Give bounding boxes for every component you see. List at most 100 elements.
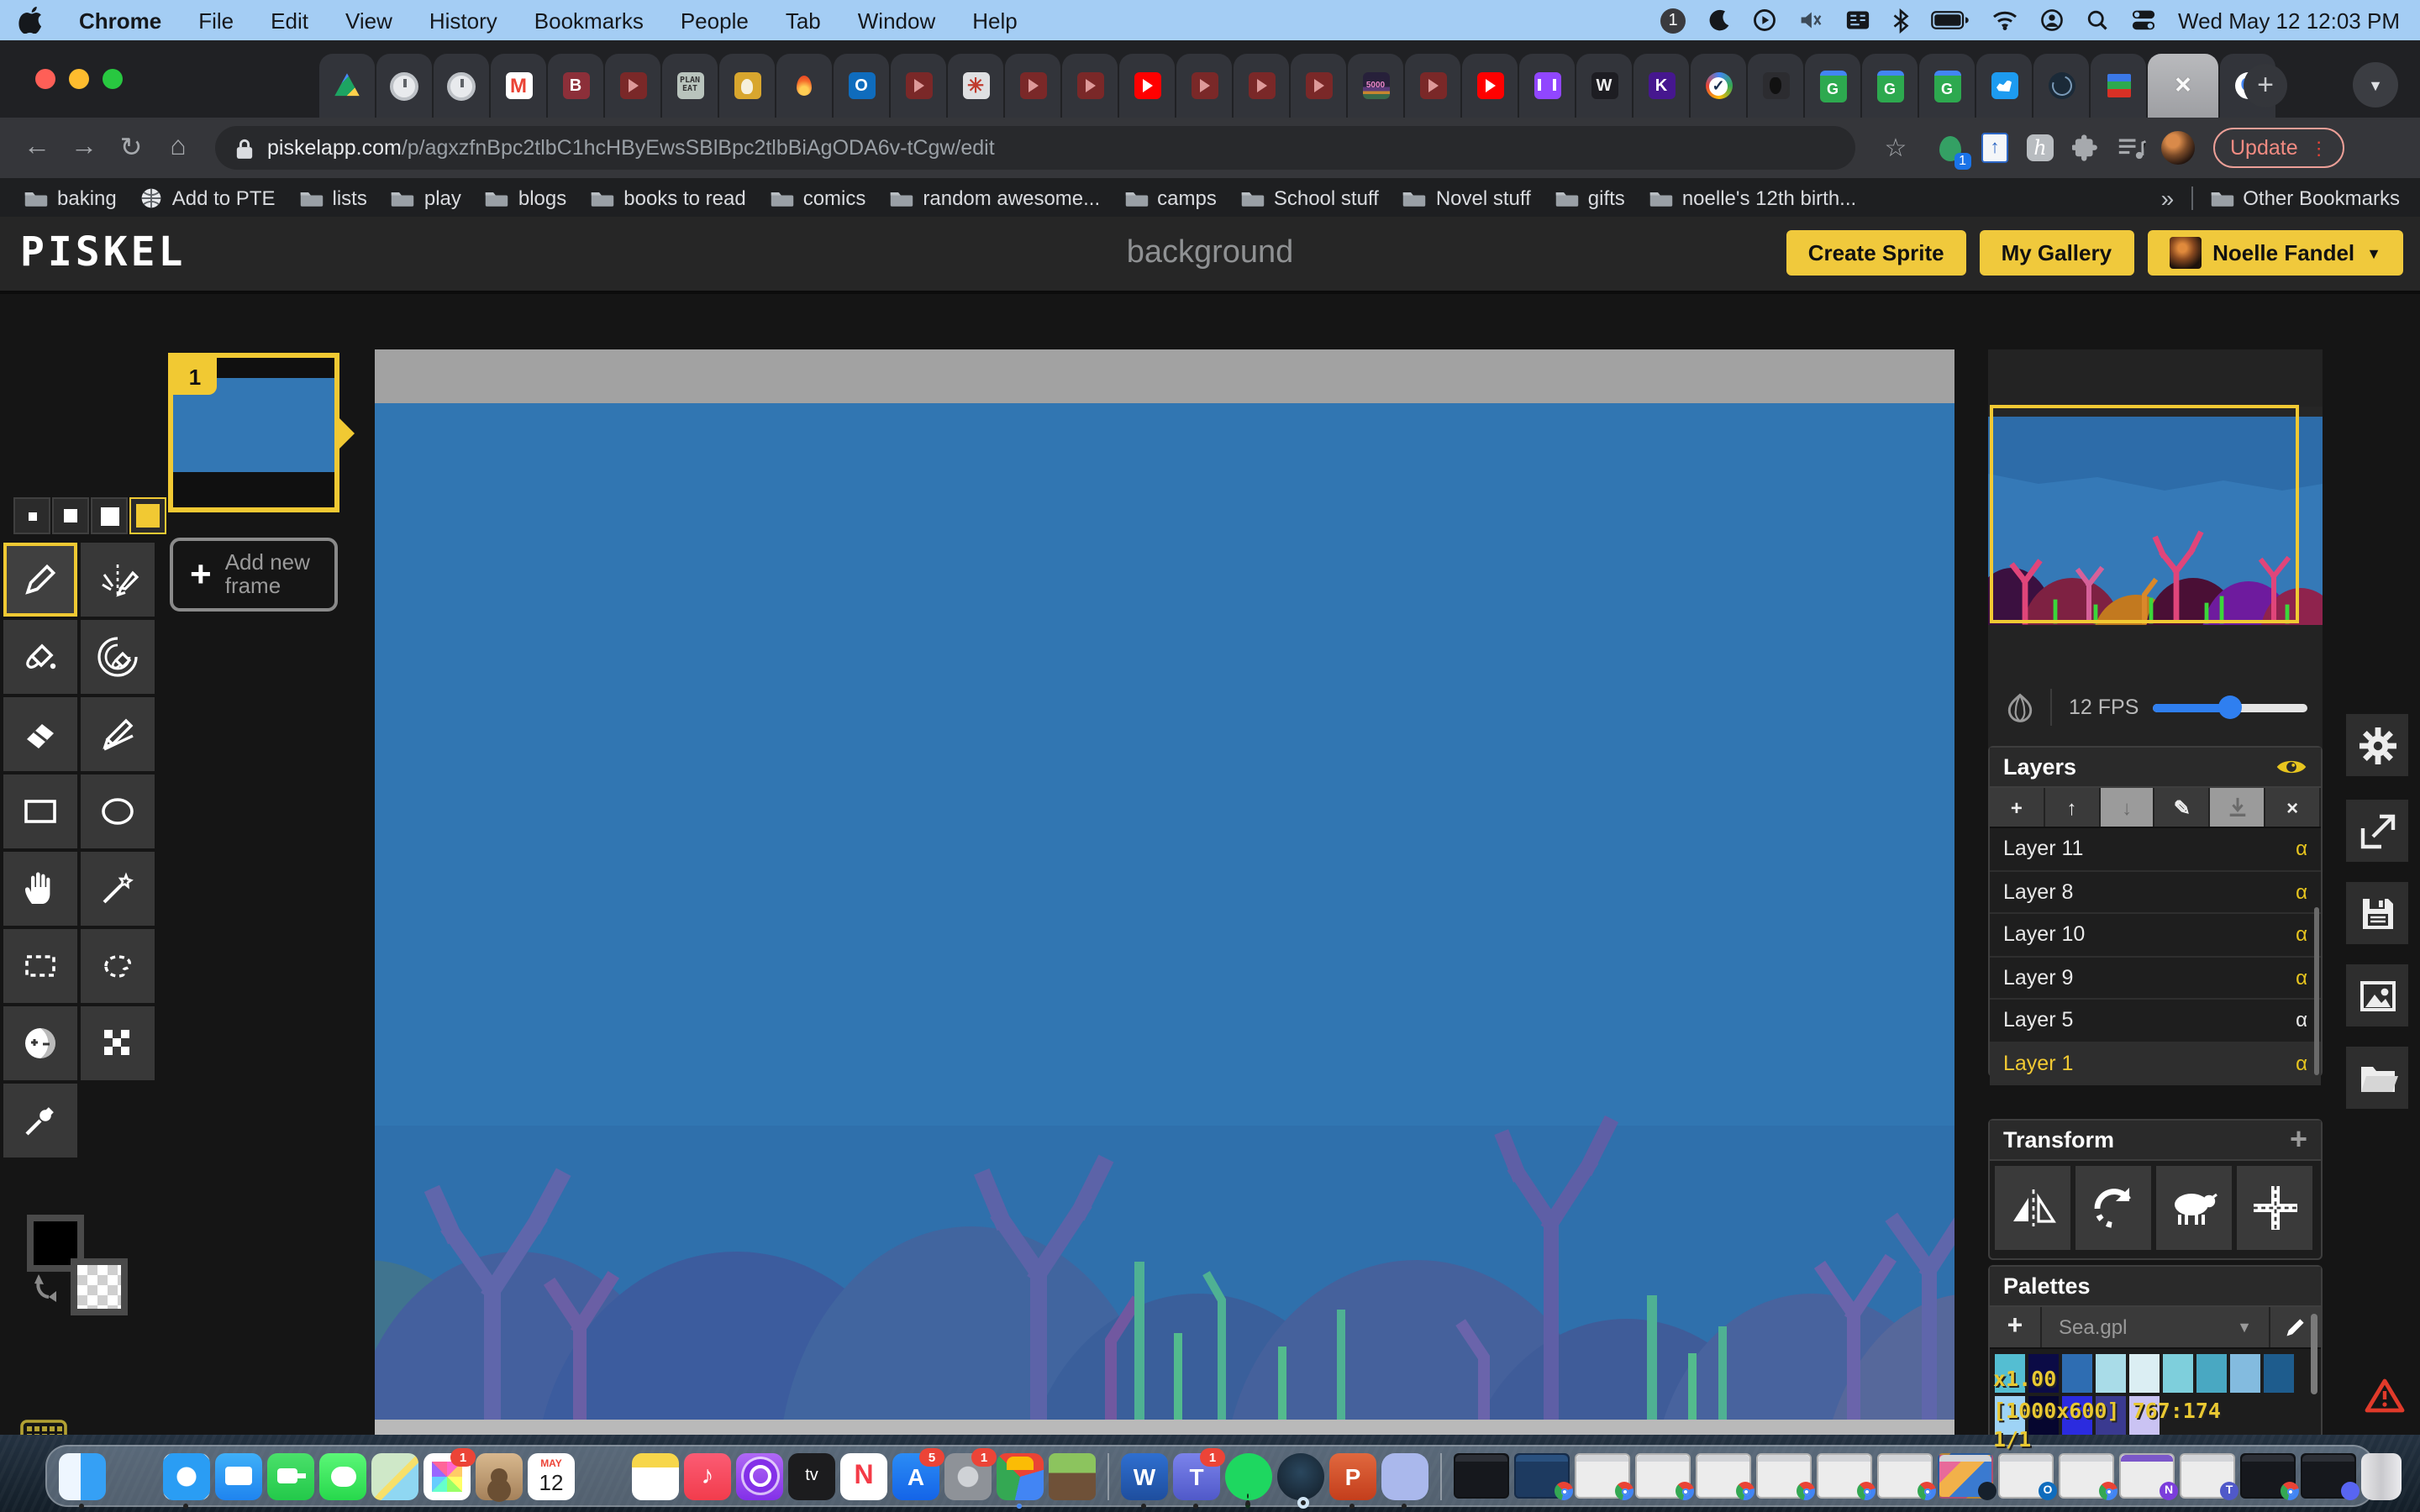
tab-twitch[interactable] xyxy=(1519,54,1575,118)
tab-youtube-red[interactable] xyxy=(1462,54,1518,118)
tab-youtube[interactable] xyxy=(891,54,946,118)
dock-trash[interactable] xyxy=(2361,1452,2402,1499)
address-bar[interactable]: piskelapp.com/p/agxzfnBpc2tlbC1hcHByEwsS… xyxy=(215,126,1855,170)
other-bookmarks[interactable]: Other Bookmarks xyxy=(2209,186,2400,209)
menu-help[interactable]: Help xyxy=(954,8,1036,33)
dock-contacts[interactable] xyxy=(476,1452,523,1499)
layer-row[interactable]: Layer 11α xyxy=(1990,828,2321,871)
tab-outlook[interactable]: O xyxy=(834,54,889,118)
menu-window[interactable]: Window xyxy=(839,8,955,33)
tab-suspended[interactable] xyxy=(434,54,489,118)
tab-ornament[interactable]: ✳ xyxy=(948,54,1003,118)
palette-color[interactable] xyxy=(2163,1354,2193,1393)
bookmark-comics[interactable]: comics xyxy=(770,186,866,209)
tab-plan-to-eat[interactable]: PLANEAT xyxy=(662,54,718,118)
minimized-window-game[interactable] xyxy=(1454,1453,1509,1499)
onion-skin-icon[interactable] xyxy=(2003,690,2037,724)
back-button[interactable]: ← xyxy=(13,133,60,163)
tab-youtube[interactable] xyxy=(1005,54,1060,118)
layers-visibility-eye-icon[interactable] xyxy=(2275,756,2307,778)
open-file-button[interactable] xyxy=(2346,1047,2408,1109)
layer-row[interactable]: Layer 9α xyxy=(1990,957,2321,1000)
tab-mosaic[interactable] xyxy=(2091,54,2146,118)
pen-size-2[interactable] xyxy=(52,497,89,534)
layer-alpha-button[interactable]: α xyxy=(2296,1052,2307,1075)
dock-safari[interactable] xyxy=(163,1452,210,1499)
tool-rectangle-select[interactable] xyxy=(3,929,77,1003)
notification-badge[interactable]: 1 xyxy=(1660,8,1686,33)
layer-alpha-button[interactable]: α xyxy=(2296,880,2307,904)
bookmark-blogs[interactable]: blogs xyxy=(485,186,566,209)
chrome-update-button[interactable]: Update⋮ xyxy=(2213,128,2345,168)
bookmark-gifts[interactable]: gifts xyxy=(1555,186,1625,209)
new-tab-button[interactable]: + xyxy=(2244,64,2287,108)
dock-discord[interactable] xyxy=(1381,1452,1428,1499)
tab-wattpad[interactable]: W xyxy=(1576,54,1632,118)
warning-icon[interactable] xyxy=(2365,1378,2405,1413)
tab-youtube[interactable] xyxy=(1234,54,1289,118)
bookmark-school-stuff[interactable]: School stuff xyxy=(1240,186,1379,209)
minimized-window[interactable] xyxy=(2059,1453,2114,1499)
settings-button[interactable] xyxy=(2346,714,2408,776)
bookmark-add-to-pte[interactable]: Add to PTE xyxy=(140,186,276,209)
tool-move[interactable] xyxy=(3,852,77,926)
tool-eraser[interactable] xyxy=(3,697,77,771)
minimized-window-outlook[interactable]: O xyxy=(1998,1453,2054,1499)
minimized-window[interactable] xyxy=(2240,1453,2296,1499)
control-center-icon[interactable] xyxy=(2131,8,2156,32)
dock-app-store[interactable]: A5 xyxy=(892,1452,939,1499)
dock-word[interactable]: W xyxy=(1121,1452,1168,1499)
layer-row-selected[interactable]: Layer 1α xyxy=(1990,1042,2321,1085)
move-layer-down-button[interactable]: ↓ xyxy=(2100,788,2155,827)
dock-powerpoint[interactable]: P xyxy=(1329,1452,1376,1499)
layer-alpha-button[interactable]: α xyxy=(2296,966,2307,990)
tab-b-site[interactable]: B xyxy=(548,54,603,118)
close-window-button[interactable] xyxy=(35,69,55,89)
pen-size-1[interactable] xyxy=(13,497,50,534)
browser-profile-button[interactable]: ▼ xyxy=(2353,62,2398,108)
tool-rectangle[interactable] xyxy=(3,774,77,848)
menu-history[interactable]: History xyxy=(411,8,516,33)
tool-lasso-select[interactable] xyxy=(81,929,155,1003)
tab-piskel-active[interactable]: ✕ xyxy=(2148,54,2218,118)
tool-shape-select[interactable] xyxy=(81,852,155,926)
menu-bookmarks[interactable]: Bookmarks xyxy=(516,8,662,33)
tab-check[interactable] xyxy=(1691,54,1746,118)
minimized-window[interactable] xyxy=(1696,1453,1751,1499)
merge-layer-button[interactable] xyxy=(2211,788,2266,827)
dock-steam[interactable] xyxy=(1277,1452,1324,1499)
extensions-puzzle-icon[interactable] xyxy=(2070,133,2101,163)
tab-game[interactable]: 5000 xyxy=(1348,54,1403,118)
tab-classroom[interactable]: G xyxy=(1805,54,1860,118)
minimized-window-discord[interactable] xyxy=(2301,1453,2356,1499)
bookmark-camps[interactable]: camps xyxy=(1123,186,1217,209)
create-palette-button[interactable]: + xyxy=(1990,1307,2042,1347)
layer-row[interactable]: Layer 8α xyxy=(1990,871,2321,914)
my-gallery-button[interactable]: My Gallery xyxy=(1980,230,2134,276)
layer-alpha-button[interactable]: α xyxy=(2296,1009,2307,1032)
tool-magic-bucket[interactable] xyxy=(81,620,155,694)
bookmark-novel-stuff[interactable]: Novel stuff xyxy=(1402,186,1531,209)
palette-color[interactable] xyxy=(2230,1354,2260,1393)
drawing-canvas-area[interactable] xyxy=(375,349,1954,1452)
tab-youtube[interactable] xyxy=(1291,54,1346,118)
create-sprite-button[interactable]: Create Sprite xyxy=(1786,230,1966,276)
palette-color[interactable] xyxy=(2129,1354,2160,1393)
dock-music[interactable]: ♪ xyxy=(684,1452,731,1499)
layer-row[interactable]: Layer 5α xyxy=(1990,1000,2321,1042)
minimized-window[interactable] xyxy=(1514,1453,1570,1499)
play-circle-icon[interactable] xyxy=(1753,8,1776,32)
dock-launchpad[interactable] xyxy=(111,1452,158,1499)
dock-photos[interactable]: 1 xyxy=(424,1452,471,1499)
center-tool-button[interactable] xyxy=(2237,1166,2312,1250)
apple-menu[interactable] xyxy=(0,7,60,34)
minimized-window-art[interactable] xyxy=(1938,1453,1993,1499)
tab-classroom[interactable]: G xyxy=(1919,54,1975,118)
tool-lighten-darken[interactable] xyxy=(3,1006,77,1080)
tool-vertical-mirror-pen[interactable] xyxy=(81,543,155,617)
bookmark-star-icon[interactable]: ☆ xyxy=(1872,133,1919,163)
tool-circle[interactable] xyxy=(81,774,155,848)
moon-icon[interactable] xyxy=(1707,8,1731,32)
tab-youtube[interactable] xyxy=(1062,54,1118,118)
delete-layer-button[interactable]: × xyxy=(2265,788,2321,827)
